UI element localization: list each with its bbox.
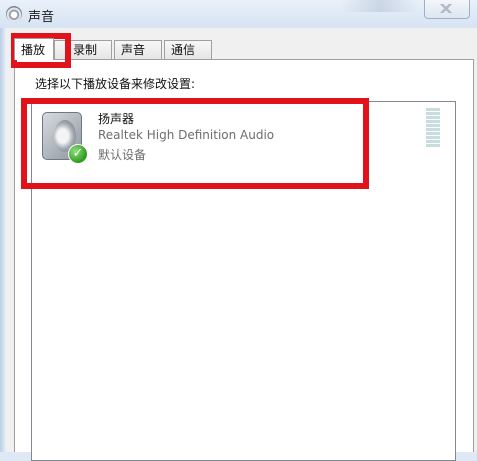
tab-playback[interactable]: 播放 [14, 38, 54, 60]
window-title: 声音 [28, 10, 55, 25]
device-item-speakers[interactable]: ✓ 扬声器 Realtek High Definition Audio 默认设备 [34, 104, 444, 178]
volume-level-meter [426, 108, 440, 148]
instruction-label: 选择以下播放设备来修改设置: [35, 77, 196, 91]
check-icon: ✓ [68, 144, 88, 164]
device-name: 扬声器 [98, 112, 135, 126]
playback-device-list[interactable]: ✓ 扬声器 Realtek High Definition Audio 默认设备 [31, 101, 456, 461]
tab-sounds[interactable]: 声音 [114, 40, 162, 59]
tab-strip: 播放 录制 声音 通信 [14, 38, 474, 60]
sound-app-icon [6, 6, 22, 22]
title-bar[interactable]: 声音 [0, 0, 477, 28]
playback-tab-panel: 选择以下播放设备来修改设置: ✓ 扬声器 Realtek High Defini… [14, 59, 474, 461]
title-bar-faded-button [340, 0, 420, 12]
tab-communications[interactable]: 通信 [164, 40, 212, 59]
device-description: Realtek High Definition Audio [98, 128, 275, 142]
sound-dialog: 播放 录制 声音 通信 选择以下播放设备来修改设置: ✓ 扬声器 Realtek… [6, 28, 477, 461]
tab-recording[interactable]: 录制 [54, 40, 112, 59]
device-status: 默认设备 [98, 148, 147, 162]
close-button[interactable] [424, 0, 470, 19]
